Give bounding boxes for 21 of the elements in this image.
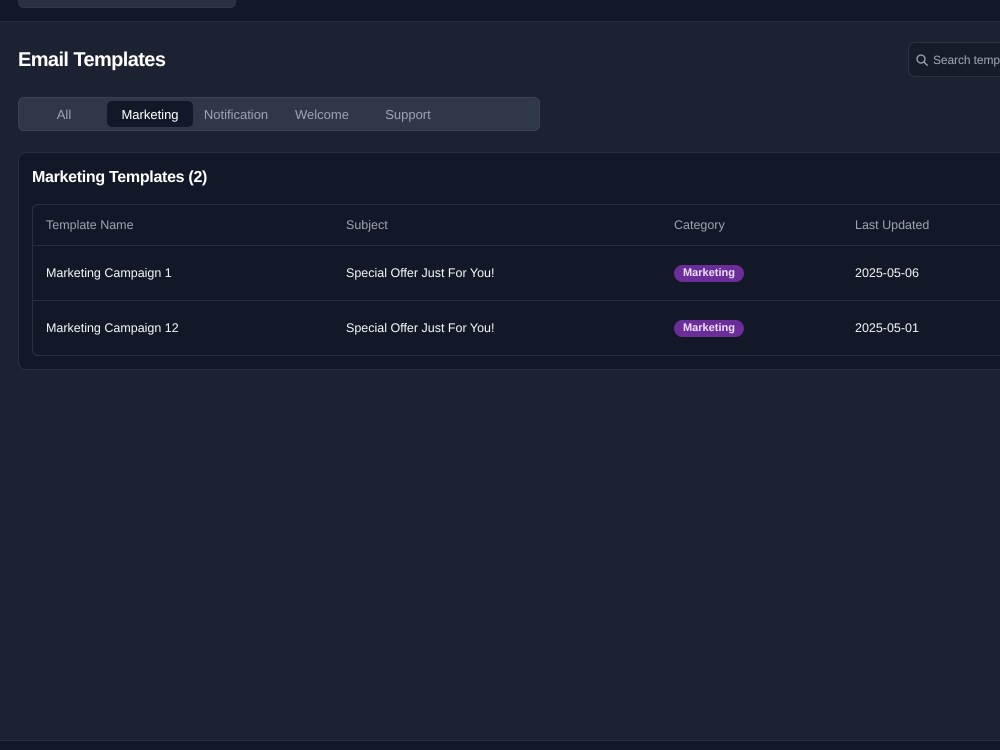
column-header: Template Name bbox=[46, 218, 134, 232]
filter-tab[interactable]: All bbox=[21, 101, 107, 127]
search-field[interactable]: Search temp bbox=[908, 42, 1000, 77]
filter-tab[interactable]: Marketing bbox=[107, 101, 193, 127]
filter-tab[interactable]: Notification bbox=[193, 101, 279, 127]
category-badge: Marketing bbox=[674, 320, 744, 336]
column-header: Category bbox=[674, 218, 725, 232]
table-cell: 2025-05-01 bbox=[855, 321, 919, 335]
table-cell: Special Offer Just For You! bbox=[346, 266, 494, 280]
page-title: Email Templates bbox=[18, 48, 166, 72]
filter-tab[interactable]: Support bbox=[365, 101, 451, 127]
table-cell: Marketing Campaign 12 bbox=[46, 321, 179, 335]
table-cell: Marketing Campaign 1 bbox=[46, 266, 172, 280]
filter-tab[interactable]: Welcome bbox=[279, 101, 365, 127]
table-cell: Special Offer Just For You! bbox=[346, 321, 494, 335]
table-cell: 2025-05-06 bbox=[855, 266, 919, 280]
category-badge: Marketing bbox=[674, 264, 744, 282]
column-header: Subject bbox=[346, 218, 388, 232]
search-icon bbox=[916, 54, 928, 66]
panel-title: Marketing Templates (2) bbox=[32, 168, 208, 188]
column-header: Last Updated bbox=[855, 218, 930, 232]
